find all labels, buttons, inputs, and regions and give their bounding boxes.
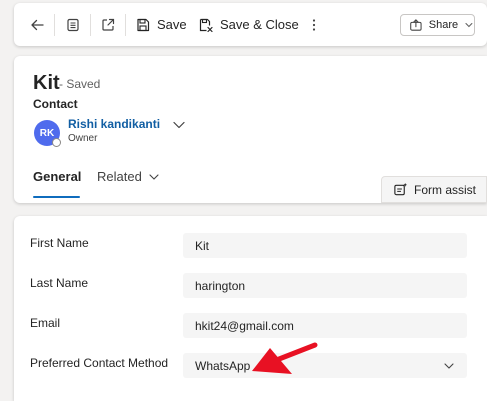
back-arrow-icon xyxy=(31,19,44,30)
separator xyxy=(90,14,91,36)
first-name-field[interactable]: Kit xyxy=(183,233,467,258)
email-label: Email xyxy=(30,316,61,330)
email-value: hkit24@gmail.com xyxy=(195,318,294,333)
save-status: - Saved xyxy=(59,77,101,91)
record-title: Kit xyxy=(33,72,60,94)
entity-name: Contact xyxy=(33,97,78,111)
owner-name-link[interactable]: Rishi kandikanti xyxy=(68,117,160,131)
save-button[interactable]: Save xyxy=(135,3,187,46)
preferred-contact-method-value: WhatsApp xyxy=(195,358,251,373)
tab-related[interactable]: Related xyxy=(97,169,160,184)
open-new-window-icon xyxy=(102,18,115,31)
last-name-field[interactable]: harington xyxy=(183,273,467,298)
preferred-contact-method-select[interactable]: WhatsApp xyxy=(183,353,467,378)
save-close-label: Save & Close xyxy=(220,17,299,32)
form-assist-button[interactable]: Form assist xyxy=(381,176,487,203)
email-field[interactable]: hkit24@gmail.com xyxy=(183,313,467,338)
more-options-icon xyxy=(312,18,316,31)
share-icon xyxy=(410,19,422,31)
chevron-down-icon xyxy=(149,173,159,180)
presence-status-icon xyxy=(52,138,61,147)
separator xyxy=(54,14,55,36)
last-name-value: harington xyxy=(195,278,246,293)
record-view-icon xyxy=(67,18,79,31)
owner-initials: RK xyxy=(39,127,55,139)
save-close-icon xyxy=(199,18,213,32)
more-options-button[interactable] xyxy=(306,3,322,46)
separator xyxy=(125,14,126,36)
record-header: Kit - Saved Contact RK Rishi kandikanti … xyxy=(14,56,487,203)
tab-general-label: General xyxy=(33,169,82,184)
save-label: Save xyxy=(157,17,187,32)
tab-general[interactable]: General xyxy=(33,169,81,184)
share-button[interactable]: Share xyxy=(400,14,475,36)
owner-role: Owner xyxy=(68,133,98,144)
preferred-contact-method-label: Preferred Contact Method xyxy=(30,356,169,370)
first-name-label: First Name xyxy=(30,236,89,250)
chevron-down-icon xyxy=(444,363,454,369)
share-label: Share xyxy=(428,19,459,31)
save-disk-icon xyxy=(137,18,150,31)
first-name-value: Kit xyxy=(195,238,210,253)
open-new-window-button[interactable] xyxy=(100,3,116,46)
command-bar: Save Save & Close Share xyxy=(14,3,487,46)
back-button[interactable] xyxy=(29,3,45,46)
owner-chevron-down-icon[interactable] xyxy=(171,117,187,133)
chevron-down-icon xyxy=(465,22,473,28)
save-close-button[interactable]: Save & Close xyxy=(198,3,299,46)
tab-related-label: Related xyxy=(97,169,142,184)
selected-tab-indicator xyxy=(33,196,80,198)
general-form-section: First Name Kit Last Name harington Email… xyxy=(14,216,487,401)
form-assist-label: Form assist xyxy=(414,182,477,197)
record-view-button[interactable] xyxy=(65,3,81,46)
last-name-label: Last Name xyxy=(30,276,89,290)
form-assist-icon xyxy=(394,182,408,196)
